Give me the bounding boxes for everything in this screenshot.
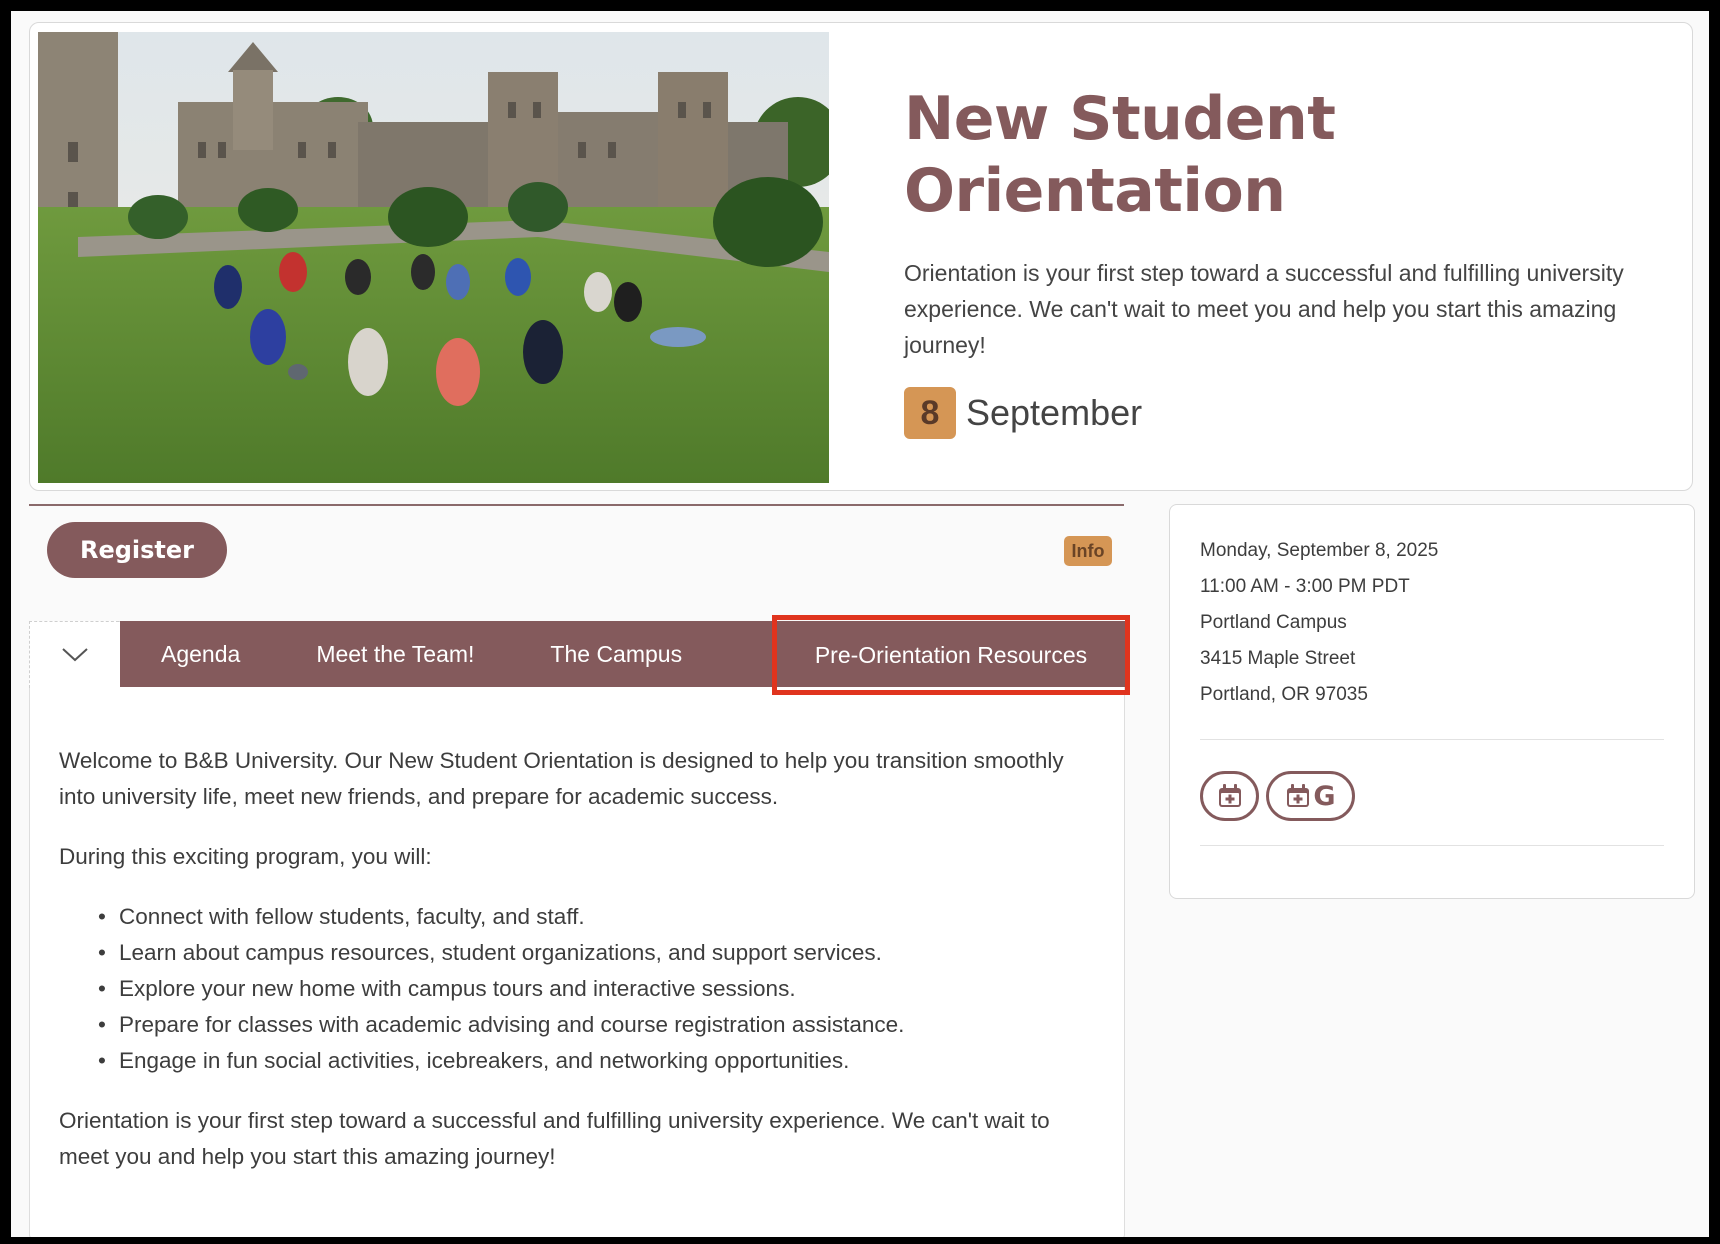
event-details-card: Monday, September 8, 2025 11:00 AM - 3:0… (1169, 504, 1695, 899)
tab-meet-the-team[interactable]: Meet the Team! (278, 621, 512, 687)
google-calendar-button[interactable]: G (1266, 771, 1355, 821)
list-item: Engage in fun social activities, icebrea… (98, 1043, 1089, 1079)
google-calendar-icon (1287, 784, 1310, 807)
divider (1200, 845, 1664, 846)
closing-paragraph: Orientation is your first step toward a … (59, 1108, 1050, 1169)
list-item: Explore your new home with campus tours … (98, 971, 1089, 1007)
campus-photo (38, 32, 829, 483)
register-button[interactable]: Register (47, 522, 227, 578)
divider (1200, 739, 1664, 740)
page-title-line1: New Student (904, 84, 1336, 154)
event-date-text: Monday, September 8, 2025 (1200, 540, 1439, 561)
list-item: Prepare for classes with academic advisi… (98, 1007, 1089, 1043)
hero-description: Orientation is your first step toward a … (904, 260, 1624, 358)
tab-pre-orientation-resources[interactable]: Pre-Orientation Resources (772, 615, 1130, 695)
list-item: Learn about campus resources, student or… (98, 935, 1089, 971)
date-day-badge: 8 (904, 387, 956, 439)
event-date: 8 September (904, 387, 1664, 439)
divider (29, 504, 1124, 506)
info-badge: Info (1064, 536, 1112, 566)
page-title-line2: Orientation (904, 156, 1286, 226)
hero-text: New Student Orientation Orientation is y… (904, 83, 1664, 439)
event-city: Portland, OR 97035 (1200, 684, 1368, 705)
tab-agenda[interactable]: Agenda (120, 621, 278, 687)
hero-card: New Student Orientation Orientation is y… (29, 22, 1693, 491)
add-to-calendar-button[interactable] (1200, 771, 1259, 821)
event-details: Monday, September 8, 2025 11:00 AM - 3:0… (1200, 533, 1438, 713)
page-title: New Student Orientation (904, 83, 1664, 227)
tab-content: Welcome to B&B University. Our New Stude… (59, 743, 1089, 1199)
calendar-plus-icon (1218, 784, 1241, 807)
page: New Student Orientation Orientation is y… (11, 11, 1709, 1237)
list-item: Connect with fellow students, faculty, a… (98, 899, 1089, 935)
benefits-list: Connect with fellow students, faculty, a… (98, 899, 1089, 1079)
google-letter: G (1313, 780, 1336, 812)
collapse-toggle[interactable] (29, 621, 119, 688)
chevron-down-icon (61, 648, 88, 662)
event-venue: Portland Campus (1200, 612, 1347, 633)
event-street: 3415 Maple Street (1200, 648, 1356, 669)
event-time: 11:00 AM - 3:00 PM PDT (1200, 576, 1410, 597)
tab-the-campus[interactable]: The Campus (512, 621, 720, 687)
date-month: September (966, 392, 1143, 433)
intro-paragraph: Welcome to B&B University. Our New Stude… (59, 748, 1064, 809)
lead-paragraph: During this exciting program, you will: (59, 844, 432, 869)
tab-bar: Agenda Meet the Team! The Campus Pre-Ori… (120, 615, 1130, 695)
